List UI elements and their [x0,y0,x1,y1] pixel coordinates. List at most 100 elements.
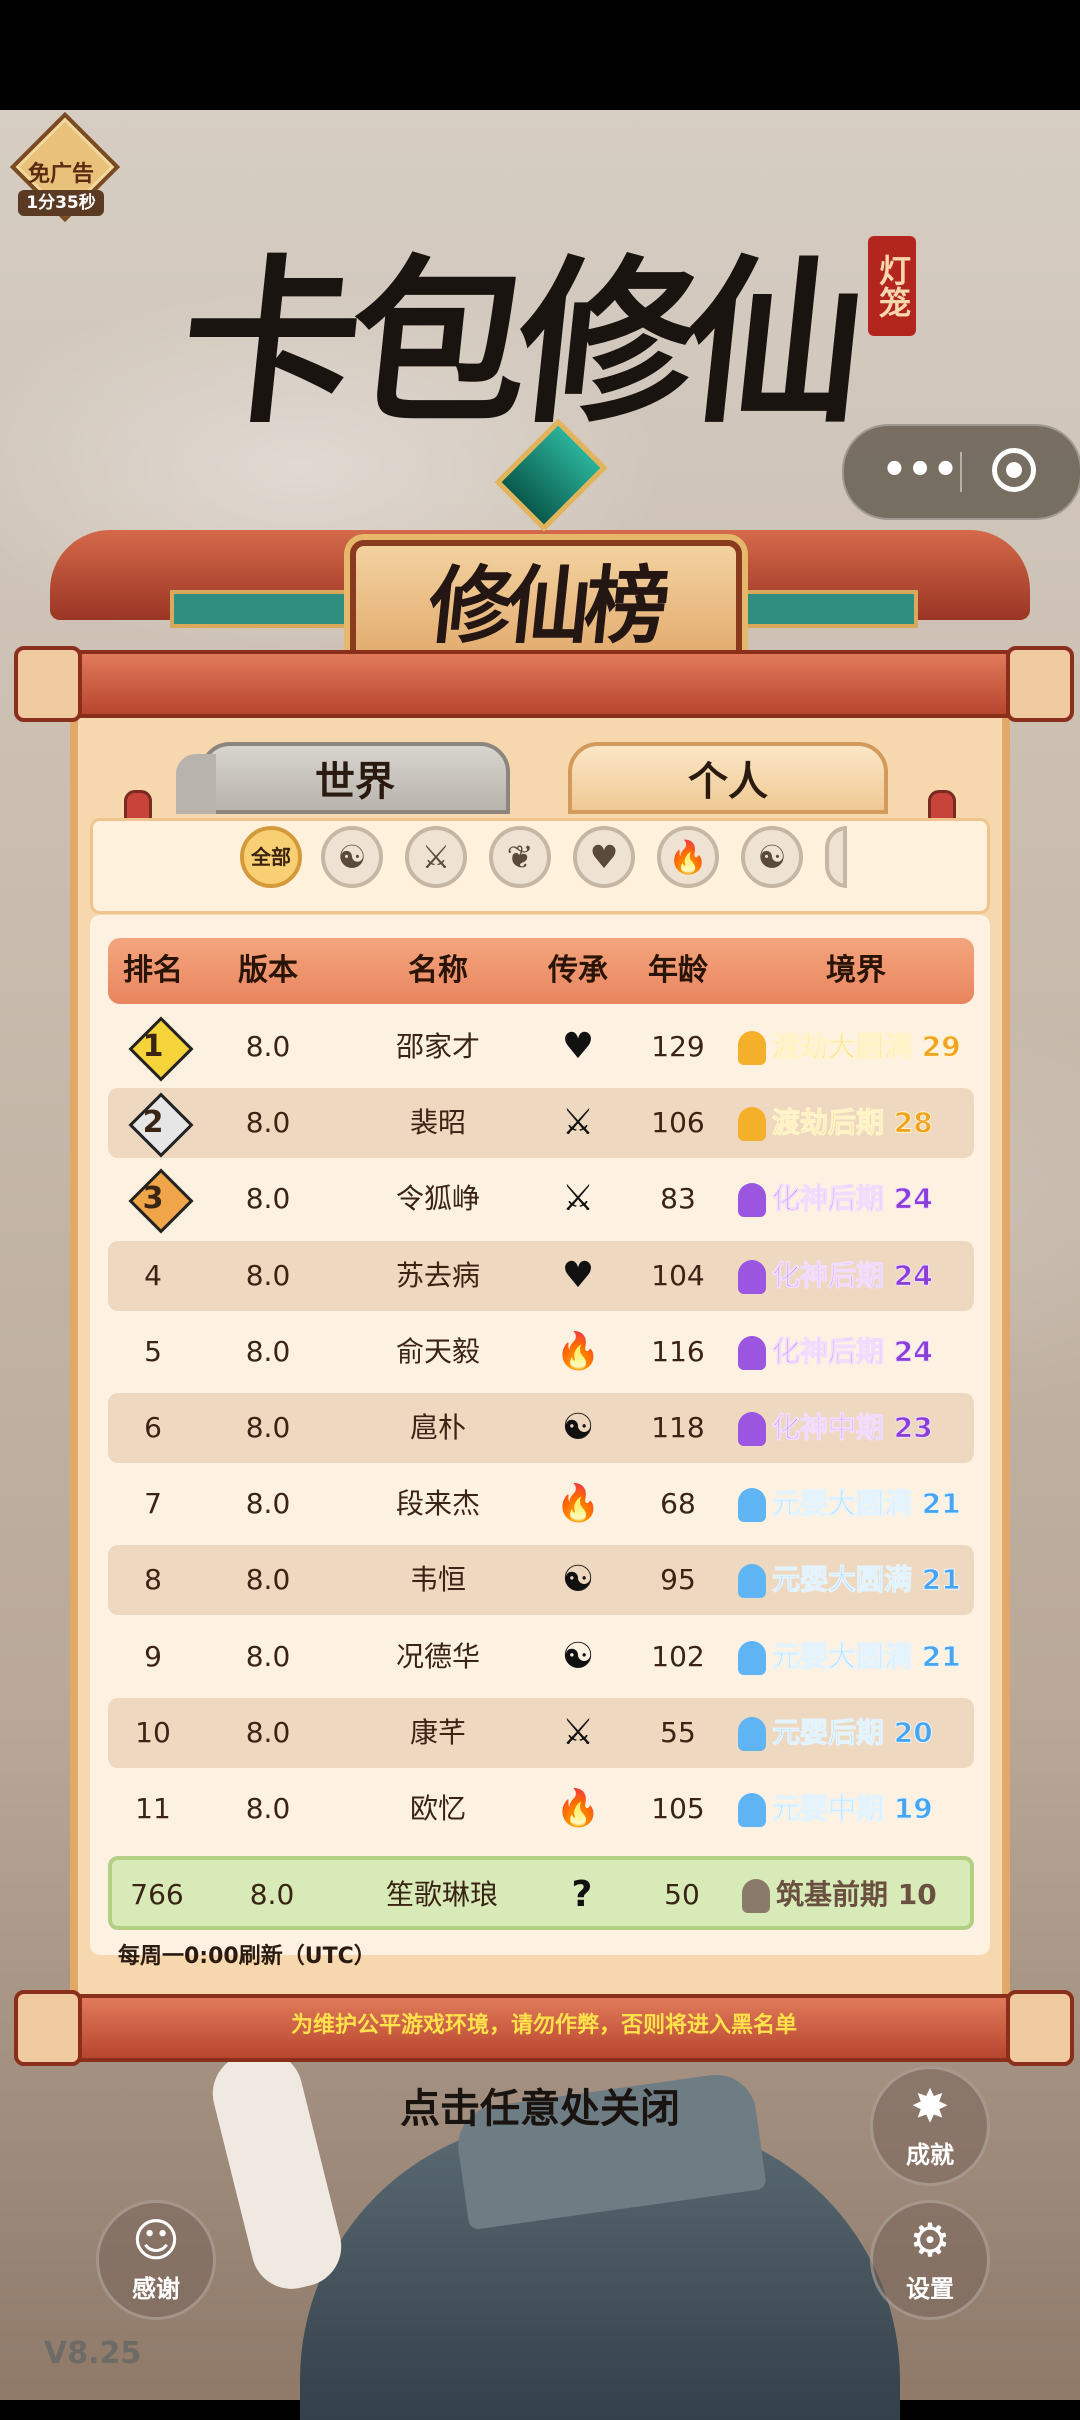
col-version: 版本 [238,953,298,988]
row-realm-text: 化神中期 23 [772,1411,934,1445]
row-version: 8.0 [245,1030,291,1063]
settings-button[interactable]: ⚙ 设置 [870,2200,990,2320]
tab-personal[interactable]: 个人 [568,742,888,814]
row-realm-text: 元婴大圆满 21 [772,1640,962,1674]
row-age: 102 [651,1640,705,1673]
row-age: 68 [660,1487,696,1520]
filter-all[interactable]: 全部 [240,826,302,888]
row-age: 118 [651,1411,705,1444]
realm-icon [738,1107,766,1141]
table-row[interactable]: 7 8.0 段来杰 🔥 68 元婴大圆满 21 [108,1469,974,1539]
row-age: 55 [660,1716,696,1749]
row-realm: 化神后期 24 [738,1317,974,1387]
row-realm: 渡劫后期 28 [738,1088,974,1158]
table-row[interactable]: 5 8.0 俞天毅 🔥 116 化神后期 24 [108,1317,974,1387]
table-row[interactable]: 1 8.0 邵家才 ♥ 129 渡劫大圆满 29 [108,1012,974,1082]
version-label: V8.25 [44,2336,142,2371]
rank-number: 8 [144,1563,162,1596]
rank-number: 1 [142,1029,164,1064]
row-age: 83 [660,1182,696,1215]
row-name: 苏去病 [395,1259,480,1292]
inheritance-icon: ⚔ [561,1178,595,1219]
row-age: 116 [651,1335,705,1368]
realm-icon [738,1488,766,1522]
row-version: 8.0 [245,1487,291,1520]
table-row[interactable]: 3 8.0 令狐峥 ⚔ 83 化神后期 24 [108,1164,974,1234]
no-ads-badge[interactable]: 免广告 1分35秒 [9,111,121,223]
inheritance-icon: ☯ [561,1559,595,1600]
row-realm-text: 化神后期 24 [772,1335,934,1369]
realm-icon [738,1641,766,1675]
my-name: 笙歌琳琅 [385,1878,498,1911]
row-realm: 元婴大圆满 21 [738,1469,974,1539]
row-name: 段来杰 [395,1487,480,1520]
row-realm: 元婴大圆满 21 [738,1545,974,1615]
filter-lotus-icon[interactable]: ❦ [489,826,551,888]
realm-icon [738,1260,766,1294]
col-rank: 排名 [123,953,183,988]
row-realm: 化神中期 23 [738,1393,974,1463]
my-age: 50 [664,1878,700,1911]
row-version: 8.0 [245,1716,291,1749]
my-version: 8.0 [249,1878,295,1911]
table-row[interactable]: 9 8.0 况德华 ☯ 102 元婴大圆满 21 [108,1622,974,1692]
row-name: 欧忆 [409,1792,466,1825]
thanks-label: 感谢 [132,2275,180,2303]
no-ads-timer: 1分35秒 [18,190,104,216]
row-realm: 化神后期 24 [738,1164,974,1234]
inheritance-icon: ♥ [561,1255,595,1296]
row-realm-text: 元婴后期 20 [772,1716,934,1750]
rank-number: 7 [144,1487,162,1520]
realm-icon [738,1793,766,1827]
thanks-button[interactable]: ☺ 感谢 [96,2200,216,2320]
row-realm-text: 化神后期 24 [772,1182,934,1216]
inheritance-icon: ♥ [561,1026,595,1067]
row-realm: 渡劫大圆满 29 [738,1012,974,1082]
my-rank-row[interactable]: 766 8.0 笙歌琳琅 ? 50 筑基前期 10 [108,1856,974,1930]
realm-icon [738,1412,766,1446]
row-name: 裴昭 [409,1106,466,1139]
filter-heart-icon[interactable]: ♥ [573,826,635,888]
rank-number: 4 [144,1259,162,1292]
row-realm: 元婴中期 19 [738,1774,974,1844]
row-age: 106 [651,1106,705,1139]
rank-number: 3 [142,1181,164,1216]
row-version: 8.0 [245,1792,291,1825]
foundation-realm-icon [742,1879,770,1913]
table-row[interactable]: 8 8.0 韦恒 ☯ 95 元婴大圆满 21 [108,1545,974,1615]
table-row[interactable]: 10 8.0 康芊 ⚔ 55 元婴后期 20 [108,1698,974,1768]
filter-yinyang-icon[interactable]: ☯ [741,826,803,888]
table-row[interactable]: 2 8.0 裴昭 ⚔ 106 渡劫后期 28 [108,1088,974,1158]
table-row[interactable]: 6 8.0 扈朴 ☯ 118 化神中期 23 [108,1393,974,1463]
realm-icon [738,1031,766,1065]
table-row[interactable]: 4 8.0 苏去病 ♥ 104 化神后期 24 [108,1241,974,1311]
col-age: 年龄 [648,953,708,988]
jade-gem-icon [494,418,608,532]
row-name: 扈朴 [409,1411,466,1444]
table-row[interactable]: 11 8.0 欧忆 🔥 105 元婴中期 19 [108,1774,974,1844]
my-rank: 766 [130,1878,184,1911]
tab-world[interactable]: 世界 [176,742,510,814]
table-header: 排名 版本 名称 传承 年龄 境界 [108,938,974,1004]
achievement-button[interactable]: ✸ 成就 [870,2066,990,2186]
filter-sword-icon-partial[interactable] [825,826,847,888]
my-inheritance-unknown-icon: ? [571,1874,593,1915]
achievement-label: 成就 [906,2141,954,2169]
filter-taiji-icon[interactable]: ☯ [321,826,383,888]
scroll-cap-right [1006,646,1074,722]
realm-icon [738,1336,766,1370]
inheritance-icon: ☯ [561,1636,595,1677]
status-bar [0,0,1080,110]
row-version: 8.0 [245,1259,291,1292]
inheritance-icon: 🔥 [555,1788,601,1829]
row-realm: 化神后期 24 [738,1241,974,1311]
row-realm-text: 渡劫大圆满 29 [772,1030,962,1064]
row-version: 8.0 [245,1182,291,1215]
row-realm-text: 元婴大圆满 21 [772,1563,962,1597]
star-badge-icon: ✸ [910,2079,950,2133]
rank-number: 11 [135,1792,171,1825]
filter-flame-icon[interactable]: 🔥 [657,826,719,888]
my-realm: 筑基前期 10 [742,1860,978,1930]
settings-label: 设置 [906,2275,954,2303]
filter-sword-icon[interactable]: ⚔ [405,826,467,888]
